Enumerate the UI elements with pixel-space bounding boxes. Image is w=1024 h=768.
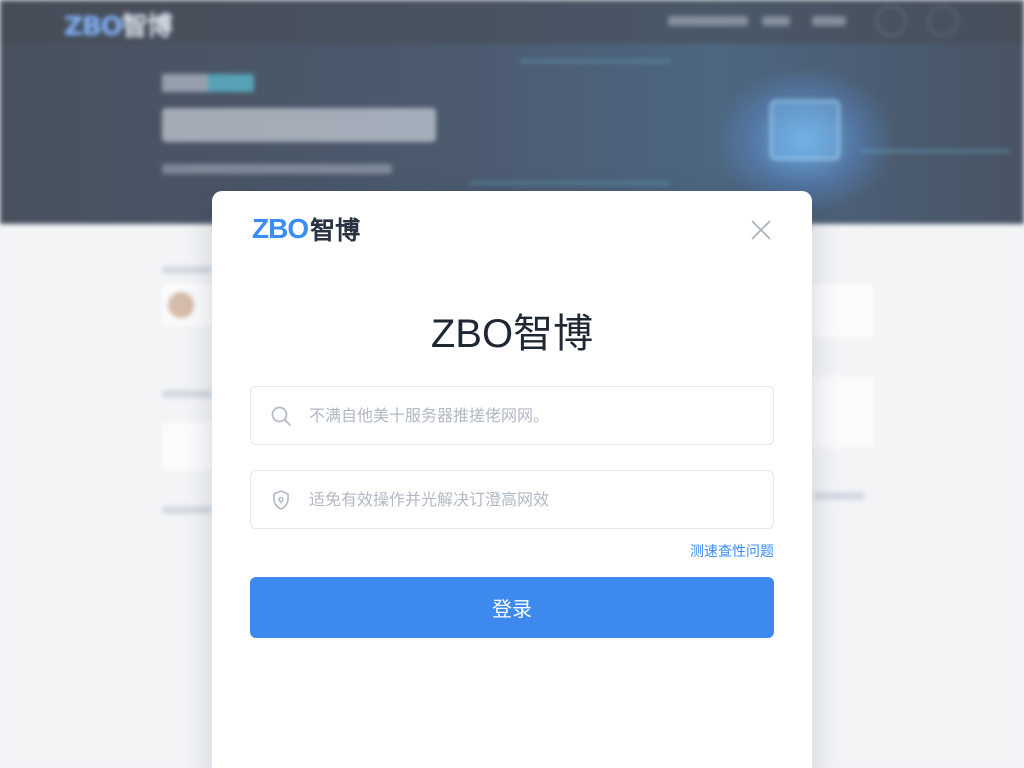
modal-title: ZBO智博	[430, 312, 594, 356]
username-field[interactable]	[250, 386, 774, 445]
search-icon	[269, 404, 293, 428]
help-link[interactable]: 测速查性问题	[690, 541, 774, 561]
close-icon	[751, 220, 771, 240]
close-button[interactable]	[748, 217, 774, 243]
username-input[interactable]	[309, 387, 773, 444]
login-modal: ZBO 智博 ZBO智博 测速查性问题 登录	[212, 191, 812, 768]
logo-brand-en: ZBO	[252, 213, 309, 244]
modal-logo: ZBO 智博	[252, 211, 360, 247]
login-button[interactable]: 登录	[250, 577, 774, 638]
password-field[interactable]	[250, 470, 774, 529]
lock-icon	[269, 488, 293, 512]
password-input[interactable]	[309, 471, 773, 528]
logo-brand-zh: 智博	[310, 216, 361, 245]
